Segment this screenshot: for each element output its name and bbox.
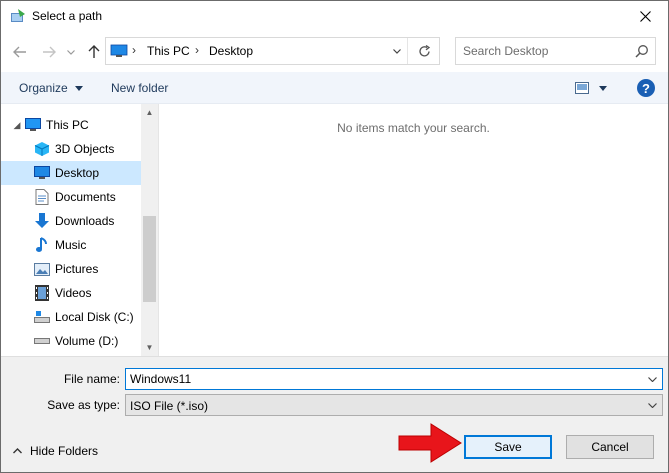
- command-bar: Organize New folder ?: [1, 72, 668, 104]
- save-type-value: ISO File (*.iso): [130, 399, 209, 413]
- search-box[interactable]: [455, 37, 656, 65]
- pictures-icon: [34, 261, 50, 277]
- tree-item-label: Volume (D:): [55, 334, 119, 348]
- tree-item-music[interactable]: Music: [1, 233, 141, 257]
- save-as-type-select[interactable]: ISO File (*.iso): [125, 394, 663, 416]
- local-disk-icon: [34, 309, 50, 325]
- tree-item-documents[interactable]: Documents: [1, 185, 141, 209]
- file-name-dropdown-button[interactable]: [644, 372, 660, 386]
- refresh-button[interactable]: [409, 38, 439, 64]
- view-options-icon: [575, 82, 589, 94]
- back-button[interactable]: [10, 42, 30, 62]
- tree-item-label: This PC: [46, 118, 89, 132]
- back-arrow-icon: [13, 46, 26, 58]
- window-title: Select a path: [32, 9, 103, 23]
- hide-folders-label: Hide Folders: [30, 444, 99, 458]
- hide-folders-button[interactable]: Hide Folders: [13, 444, 98, 458]
- computer-icon: [25, 117, 41, 133]
- tree-item-local-disk-c[interactable]: Local Disk (C:): [1, 305, 141, 329]
- collapse-chevron-icon[interactable]: ◢: [11, 120, 23, 131]
- new-folder-button[interactable]: New folder: [111, 81, 168, 95]
- up-arrow-icon: [88, 45, 100, 58]
- file-name-field[interactable]: [125, 368, 663, 390]
- search-input[interactable]: [456, 38, 631, 64]
- chevron-down-icon: [67, 49, 75, 55]
- breadcrumb-desktop[interactable]: Desktop: [209, 44, 253, 58]
- breadcrumb-this-pc[interactable]: This PC: [147, 44, 190, 58]
- tree-item-label: 3D Objects: [55, 142, 115, 156]
- cancel-button[interactable]: Cancel: [566, 435, 654, 459]
- forward-arrow-icon: [43, 46, 56, 58]
- empty-results-message: No items match your search.: [337, 121, 490, 135]
- save-dialog: Select a path › This PC › Desktop Search…: [0, 0, 669, 473]
- downloads-icon: [34, 213, 50, 229]
- close-button[interactable]: [622, 1, 668, 31]
- close-icon: [639, 10, 651, 22]
- search-icon: [635, 44, 649, 61]
- forward-button[interactable]: [39, 42, 59, 62]
- caret-down-icon: [75, 86, 84, 92]
- title-bar: Select a path: [1, 1, 668, 32]
- recent-locations-button[interactable]: [64, 42, 78, 62]
- save-type-label: Save as type:: [47, 398, 120, 412]
- chevron-down-icon: [647, 402, 657, 408]
- navigation-pane: ◢ This PC 3D Objects Desktop Documents D…: [1, 104, 159, 356]
- tree-item-downloads[interactable]: Downloads: [1, 209, 141, 233]
- chevron-up-icon: [13, 448, 22, 454]
- desktop-icon: [34, 165, 50, 181]
- address-history-button[interactable]: [386, 38, 408, 64]
- navigation-bar: › This PC › Desktop: [1, 32, 668, 72]
- help-icon: ?: [642, 80, 650, 96]
- computer-icon: [110, 44, 128, 61]
- tree-item-label: Documents: [55, 190, 116, 204]
- tree-item-label: Videos: [55, 286, 92, 300]
- file-name-input[interactable]: [126, 369, 641, 389]
- 3d-objects-icon: [34, 141, 50, 157]
- app-icon: [10, 8, 26, 24]
- refresh-icon: [418, 44, 430, 56]
- file-name-label: File name:: [63, 372, 120, 386]
- scrollbar-thumb[interactable]: [143, 216, 156, 302]
- tree-item-volume-d[interactable]: Volume (D:): [1, 329, 141, 353]
- chevron-down-icon: [392, 48, 401, 54]
- caret-down-icon: [599, 85, 607, 91]
- up-button[interactable]: [84, 42, 104, 62]
- change-view-button[interactable]: [575, 80, 615, 96]
- tree-item-this-pc[interactable]: ◢ This PC: [1, 113, 141, 137]
- music-icon: [34, 237, 50, 253]
- save-type-dropdown-button[interactable]: [644, 398, 660, 412]
- tree-item-label: Local Disk (C:): [55, 310, 134, 324]
- tree-item-label: Downloads: [55, 214, 115, 228]
- red-arrow-annotation: [398, 423, 462, 463]
- breadcrumb-separator-icon: ›: [195, 43, 199, 57]
- volume-drive-icon: [34, 333, 50, 349]
- tree-item-videos[interactable]: Videos: [1, 281, 141, 305]
- organize-label: Organize: [19, 81, 68, 95]
- file-list[interactable]: No items match your search.: [159, 104, 668, 356]
- tree-item-label: Pictures: [55, 262, 99, 276]
- save-form: File name: Save as type: ISO File (*.iso…: [1, 356, 668, 472]
- scroll-up-icon[interactable]: ▲: [141, 104, 158, 121]
- tree-item-desktop[interactable]: Desktop: [1, 161, 141, 185]
- help-button[interactable]: ?: [637, 79, 655, 97]
- tree-item-pictures[interactable]: Pictures: [1, 257, 141, 281]
- chevron-down-icon: [647, 376, 657, 382]
- tree-item-label: Music: [55, 238, 87, 252]
- save-button[interactable]: Save: [464, 435, 552, 459]
- navigation-pane-scrollbar[interactable]: ▲ ▼: [141, 104, 158, 356]
- videos-icon: [34, 285, 50, 301]
- documents-icon: [34, 189, 50, 205]
- scroll-down-icon[interactable]: ▼: [141, 339, 158, 356]
- address-bar[interactable]: › This PC › Desktop: [105, 37, 440, 65]
- organize-menu[interactable]: Organize: [19, 81, 84, 95]
- breadcrumb-separator-icon: ›: [132, 43, 136, 57]
- tree-item-3d-objects[interactable]: 3D Objects: [1, 137, 141, 161]
- tree-item-label: Desktop: [55, 166, 100, 180]
